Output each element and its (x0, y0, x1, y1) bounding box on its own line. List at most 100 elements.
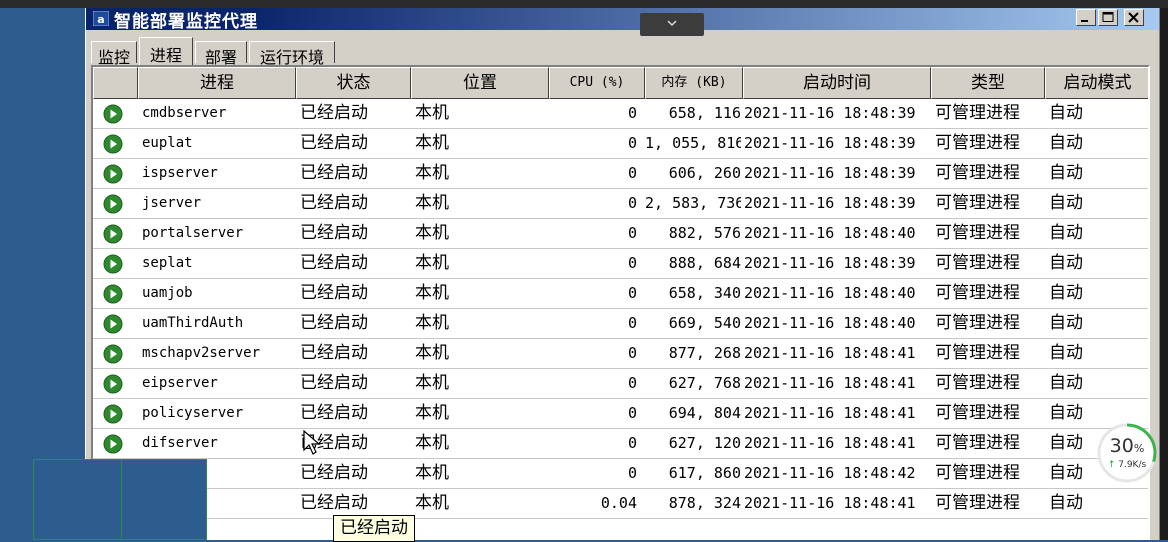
cell-cpu: 0 (627, 104, 637, 122)
status-tooltip: 已经启动 (333, 515, 415, 542)
table-row[interactable]: euplat 已经启动 本机 0 1, 055, 816 2021-11-16 18:48… (93, 129, 1148, 159)
table-row[interactable]: jserver 已经启动 本机 0 2, 583, 736 2021-11-16 18:4… (93, 189, 1148, 219)
minimize-button[interactable] (1076, 9, 1096, 26)
cell-start-mode: 自动 (1049, 253, 1083, 273)
cell-status: 已经启动 (300, 373, 368, 393)
cell-memory: 878, 324 (668, 494, 741, 512)
cell-start-mode: 自动 (1049, 313, 1083, 333)
tab-runtime-env[interactable]: 运行环境 (249, 41, 335, 67)
table-row[interactable]: uamThirdAuth 已经启动 本机 0 669, 540 2021-11-16 18… (93, 309, 1148, 339)
upload-rate: ↑ 7.9K/s (1107, 460, 1147, 470)
play-icon[interactable] (103, 284, 123, 304)
cell-location: 本机 (415, 403, 449, 423)
table-row[interactable]: cmdbserver 已经启动 本机 0 658, 116 2021-11-16 18:4… (93, 99, 1148, 129)
cell-start-mode: 自动 (1049, 223, 1083, 243)
cell-start-mode: 自动 (1049, 283, 1083, 303)
table-row[interactable]: uamjob 已经启动 本机 0 658, 340 2021-11-16 18:48:40… (93, 279, 1148, 309)
cell-start-mode: 自动 (1049, 133, 1083, 153)
play-icon[interactable] (103, 374, 123, 394)
table-row[interactable]: policyserver 已经启动 本机 0 694, 804 2021-11-16 18… (93, 399, 1148, 429)
table-row[interactable]: mschapv2server 已经启动 本机 0 877, 268 2021-11-16 … (93, 339, 1148, 369)
cell-status: 已经启动 (300, 163, 368, 183)
column-header-start-mode[interactable]: 启动模式 (1045, 67, 1148, 99)
play-icon[interactable] (103, 314, 123, 334)
cell-type: 可管理进程 (935, 343, 1020, 363)
column-header-type[interactable]: 类型 (931, 67, 1045, 99)
cell-type: 可管理进程 (935, 313, 1020, 333)
play-icon[interactable] (103, 344, 123, 364)
play-icon[interactable] (103, 104, 123, 124)
cell-start-time: 2021-11-16 18:48:40 (744, 224, 916, 242)
play-icon[interactable] (103, 194, 123, 214)
play-icon[interactable] (103, 434, 123, 454)
column-header-status[interactable]: 状态 (296, 67, 411, 99)
tab-monitor[interactable]: 监控 (91, 41, 137, 67)
cell-type: 可管理进程 (935, 253, 1020, 273)
cell-process: uamThirdAuth (142, 315, 244, 331)
cell-start-time: 2021-11-16 18:48:41 (744, 374, 916, 392)
cell-start-time: 2021-11-16 18:48:41 (744, 434, 916, 452)
column-header-memory[interactable]: 内存 (KB) (645, 67, 743, 99)
cell-process: portalserver (142, 225, 244, 241)
table-row[interactable]: ispserver 已经启动 本机 0 606, 260 2021-11-16 18:48… (93, 159, 1148, 189)
column-header-location[interactable]: 位置 (411, 67, 549, 99)
play-icon[interactable] (103, 254, 123, 274)
cell-type: 可管理进程 (935, 493, 1020, 513)
close-button[interactable] (1124, 9, 1144, 26)
play-icon[interactable] (103, 134, 123, 154)
collapse-toolbar-button[interactable] (640, 13, 704, 36)
column-header-icon[interactable] (93, 67, 138, 99)
cell-status: 已经启动 (300, 313, 368, 333)
process-table: 进程 状态 位置 CPU (%) 内存 (KB) 启动时间 类型 启动模式 cm… (91, 65, 1150, 540)
table-row[interactable]: eipserver 已经启动 本机 0 627, 768 2021-11-16 18:48… (93, 369, 1148, 399)
cell-location: 本机 (415, 493, 449, 513)
cell-process: uamjob (142, 285, 193, 301)
cell-location: 本机 (415, 283, 449, 303)
tab-process[interactable]: 进程 (139, 37, 193, 65)
column-header-cpu[interactable]: CPU (%) (549, 67, 645, 99)
cell-cpu: 0 (627, 194, 637, 212)
play-icon[interactable] (103, 224, 123, 244)
cell-process: policyserver (142, 405, 244, 421)
desktop-tile-2[interactable] (121, 459, 207, 540)
cell-start-time: 2021-11-16 18:48:39 (744, 134, 916, 152)
cell-process: difserver (142, 435, 218, 451)
cell-status: 已经启动 (300, 403, 368, 423)
network-speed-widget[interactable]: 30% ↑ 7.9K/s (1097, 423, 1161, 483)
cell-cpu: 0 (627, 164, 637, 182)
cell-memory: 658, 116 (668, 104, 741, 122)
play-icon[interactable] (103, 164, 123, 184)
maximize-icon (1102, 12, 1114, 22)
cell-start-mode: 自动 (1049, 373, 1083, 393)
cell-memory: 627, 768 (668, 374, 741, 392)
cell-process: seplat (142, 255, 193, 271)
cell-memory: 617, 860 (668, 464, 741, 482)
cell-status: 已经启动 (300, 253, 368, 273)
cell-memory: 2, 583, 736 (645, 194, 741, 212)
right-edge (1160, 8, 1168, 540)
cell-cpu: 0 (627, 224, 637, 242)
cell-type: 可管理进程 (935, 283, 1020, 303)
cell-status: 已经启动 (300, 193, 368, 213)
cell-status: 已经启动 (300, 103, 368, 123)
cell-memory: 606, 260 (668, 164, 741, 182)
cell-cpu: 0 (627, 254, 637, 272)
table-row[interactable]: portalserver 已经启动 本机 0 882, 576 2021-11-16 18… (93, 219, 1148, 249)
desktop-tile-1[interactable] (33, 459, 123, 540)
cell-location: 本机 (415, 133, 449, 153)
table-row[interactable]: difserver 已经启动 本机 0 627, 120 2021-11-16 18:48… (93, 429, 1148, 459)
cell-start-mode: 自动 (1049, 163, 1083, 183)
table-row[interactable]: seplat 已经启动 本机 0 888, 684 2021-11-16 18:48:39… (93, 249, 1148, 279)
cell-process: jserver (142, 195, 202, 211)
title-bar[interactable]: a 智能部署监控代理 (86, 8, 1159, 32)
maximize-button[interactable] (1098, 9, 1118, 26)
app-icon: a (93, 11, 109, 26)
column-header-start-time[interactable]: 启动时间 (743, 67, 931, 99)
cell-location: 本机 (415, 343, 449, 363)
table-row[interactable]: 已经启动 本机 0.04 878, 324 2021-11-16 18:48:41 可管理… (93, 489, 1148, 519)
column-header-process[interactable]: 进程 (138, 67, 296, 99)
cell-start-time: 2021-11-16 18:48:41 (744, 494, 916, 512)
play-icon[interactable] (103, 404, 123, 424)
table-row[interactable]: er已经启动本机0617, 8602021-11-16 18:48:42可管理进… (93, 459, 1148, 489)
tab-deploy[interactable]: 部署 (195, 41, 247, 67)
